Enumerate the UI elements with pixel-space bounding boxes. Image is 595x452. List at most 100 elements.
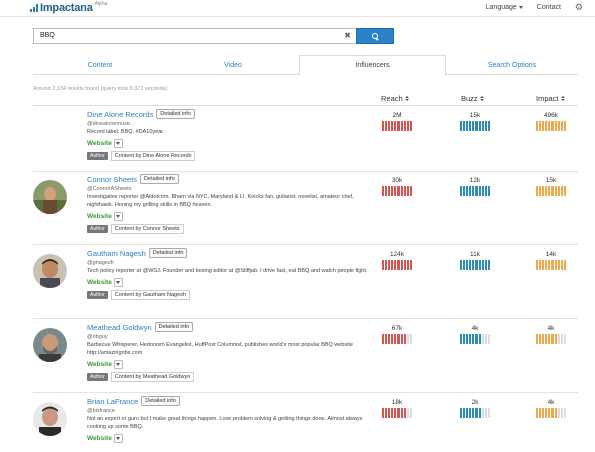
influencer-handle: @gnagesh [87,260,114,266]
reach-bar-segment [397,121,400,131]
detailed-info-button[interactable]: Detailed info [154,322,194,332]
chevron-down-icon [518,6,523,9]
buzz-value: 11k [470,251,480,258]
influencer-name-link[interactable]: Connor Sheets [87,175,137,184]
impact-bar-segment [560,121,563,131]
influencer-name-link[interactable]: Brian LaFrance [87,397,138,406]
buzz-bar-segment [481,334,484,344]
tab-search-options[interactable]: Search Options [446,55,578,75]
impact-bar-segment [554,186,557,196]
website-dropdown-button[interactable] [113,278,123,287]
impact-bar [536,186,566,196]
buzz-bar [460,186,490,196]
reach-bar-segment [406,121,409,131]
buzz-bar-segment [463,260,466,270]
impact-bar-segment [536,260,539,270]
reach-bar-segment [400,121,403,131]
impact-metric: 496k [536,112,566,131]
website-link[interactable]: Website [87,140,112,147]
contact-link[interactable]: Contact [537,4,561,11]
reach-bar-segment [403,408,406,418]
impact-metric: 4k [536,399,566,418]
impact-metric: 4k [536,325,566,344]
impact-bar-segment [542,260,545,270]
influencer-bio: Not an expert or guru but I make great t… [87,416,363,430]
sort-icon [479,96,484,101]
buzz-bar-segment [472,334,475,344]
reach-value: 18k [391,399,403,406]
content-by-button[interactable]: Content by Dine Alone Records [110,151,196,161]
avatar[interactable] [33,402,67,436]
buzz-bar-segment [463,408,466,418]
impact-bar-segment [548,408,551,418]
buzz-bar-segment [460,121,463,131]
impact-bar-segment [539,186,542,196]
avatar[interactable] [33,254,67,288]
content-by-button[interactable]: Content by Gautham Nagesh [110,290,190,300]
content-by-button[interactable]: Content by Meathead Goldwyn [110,372,195,382]
tab-influencers[interactable]: Influencers [299,55,446,76]
detailed-info-button[interactable]: Detailed info [140,174,179,184]
reach-bar [382,186,412,196]
reach-metric: 67k [382,325,412,344]
impact-bar-segment [551,186,554,196]
close-icon[interactable]: ✖ [344,29,351,43]
search-input[interactable]: BBQ ✖ [33,28,356,44]
website-dropdown-button[interactable] [113,434,123,443]
website-link[interactable]: Website [87,361,112,368]
reach-bar-segment [385,334,388,344]
avatar[interactable] [33,328,67,362]
gear-icon[interactable]: ⚙ [575,3,583,12]
influencer-name-link[interactable]: Dine Alone Records [87,110,153,119]
website-dropdown-button[interactable] [113,212,123,221]
impact-bar-segment [560,186,563,196]
reach-bar-segment [400,334,403,344]
website-dropdown-button[interactable] [113,139,123,148]
reach-bar [382,260,412,270]
influencer-name-link[interactable]: Gautham Nagesh [87,249,146,258]
impact-bar-segment [551,334,554,344]
reach-bar-segment [388,408,391,418]
buzz-bar-segment [481,260,484,270]
tab-video[interactable]: Video [167,55,299,75]
buzz-bar-segment [484,121,487,131]
reach-bar-segment [388,121,391,131]
reach-bar-segment [385,121,388,131]
author-badge: Author [87,373,108,381]
website-link[interactable]: Website [87,279,112,286]
app-name: Impactana [40,2,93,14]
tab-content[interactable]: Content [33,55,167,75]
buzz-metric: 2k [460,399,490,418]
reach-bar-segment [406,186,409,196]
logo[interactable]: Impactana Alpha [30,1,107,15]
impact-bar-segment [563,408,566,418]
website-link[interactable]: Website [87,213,112,220]
impact-bar-segment [557,334,560,344]
buzz-column-header[interactable]: Buzz [461,94,484,103]
impact-column-header[interactable]: Impact [536,94,565,103]
detailed-info-button[interactable]: Detailed info [156,109,195,119]
buzz-bar-segment [466,260,469,270]
detailed-info-button[interactable]: Detailed info [148,248,188,258]
reach-value: 124k [389,251,405,258]
reach-bar-segment [391,408,394,418]
detailed-info-button[interactable]: Detailed info [141,396,180,406]
content-by-button[interactable]: Content by Connor Sheets [110,224,184,234]
reach-column-header[interactable]: Reach [381,94,409,103]
impact-bar-segment [545,121,548,131]
influencer-name-link[interactable]: Meathead Goldwyn [87,323,152,332]
reach-bar-segment [391,334,394,344]
website-link[interactable]: Website [87,435,112,442]
search-button[interactable] [356,28,394,44]
reach-bar-segment [403,260,406,270]
sort-icon [560,96,565,101]
buzz-bar-segment [478,334,481,344]
buzz-bar-segment [487,260,490,270]
avatar[interactable] [33,180,67,214]
impact-bar [536,334,566,344]
website-dropdown-button[interactable] [113,360,123,369]
language-menu[interactable]: Language [486,4,523,11]
impact-bar-segment [542,408,545,418]
buzz-bar-segment [481,121,484,131]
buzz-bar-segment [472,408,475,418]
